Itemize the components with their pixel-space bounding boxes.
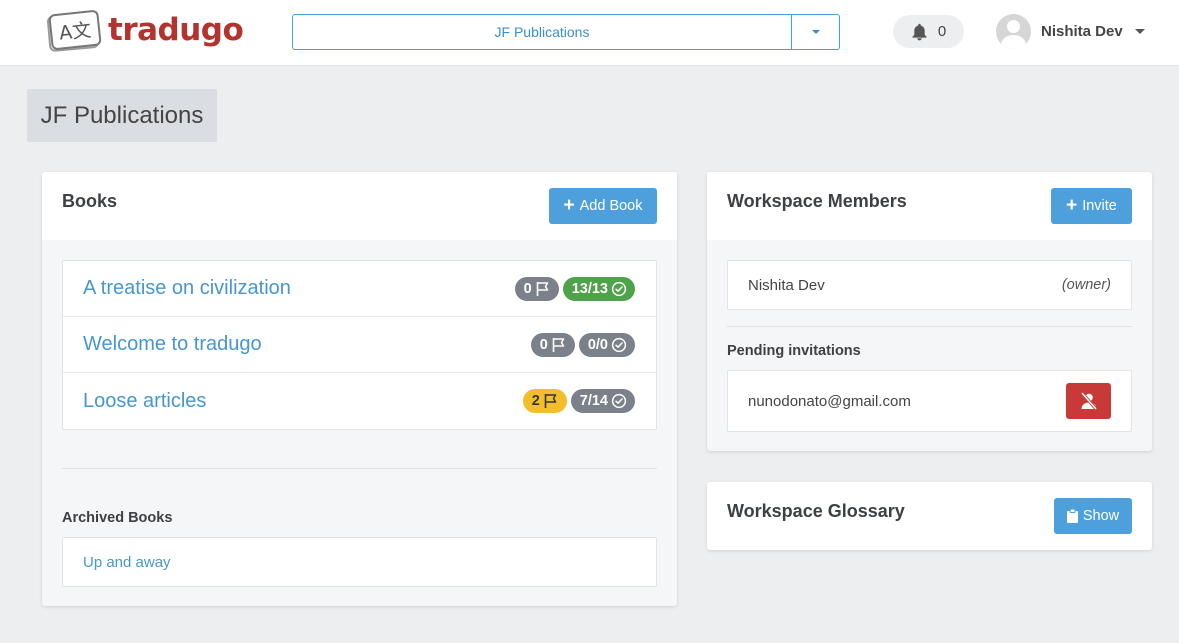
revoke-invitation-button[interactable]: [1066, 383, 1111, 419]
book-title-link[interactable]: A treatise on civilization: [83, 277, 291, 300]
show-glossary-label: Show: [1082, 508, 1120, 524]
archived-books-label: Archived Books: [62, 510, 173, 526]
workspace-selector[interactable]: JF Publications: [292, 14, 840, 50]
add-book-label: Add Book: [579, 198, 643, 214]
member-role: (owner): [1061, 277, 1111, 293]
top-navbar: A文 tradugo JF Publications 0 Nishita Dev: [0, 0, 1179, 66]
check-circle-icon: [611, 281, 627, 296]
book-row[interactable]: Loose articles 2 7/14: [63, 373, 656, 429]
plus-icon: +: [563, 195, 575, 216]
book-title-link[interactable]: Loose articles: [83, 390, 206, 413]
show-glossary-button[interactable]: Show: [1054, 498, 1132, 534]
glossary-panel-title: Workspace Glossary: [727, 501, 905, 521]
members-panel: Workspace Members + Invite Nishita Dev (…: [707, 172, 1152, 451]
flags-count: 0: [523, 280, 532, 297]
flags-badge: 0: [514, 276, 559, 301]
pending-invitations-label: Pending invitations: [727, 343, 861, 359]
archived-book-link[interactable]: Up and away: [83, 554, 171, 571]
avatar: [996, 14, 1031, 49]
flags-count: 2: [531, 393, 540, 409]
check-circle-icon: [611, 337, 627, 352]
progress-count: 13/13: [571, 280, 608, 297]
book-row[interactable]: Welcome to tradugo 0 0/0: [63, 317, 656, 373]
flags-badge: 0: [530, 332, 575, 357]
divider: [727, 326, 1132, 327]
book-row[interactable]: A treatise on civilization 0 13/13: [63, 261, 656, 317]
books-panel-header: Books + Add Book: [42, 172, 677, 240]
page-title: JF Publications: [27, 89, 217, 142]
progress-badge: 7/14: [570, 389, 635, 413]
logo-text: tradugo: [108, 12, 244, 48]
user-menu[interactable]: Nishita Dev: [996, 14, 1145, 49]
pending-invitation-email: nunodonato@gmail.com: [748, 392, 911, 410]
flag-icon: [536, 281, 548, 296]
logo[interactable]: A文 tradugo: [46, 9, 244, 53]
flags-count: 0: [539, 336, 548, 353]
book-badges: 2 7/14: [522, 389, 635, 413]
flag-icon: [552, 337, 565, 352]
chevron-down-icon: [811, 30, 820, 34]
progress-count: 7/14: [579, 393, 608, 409]
books-panel: Books + Add Book A treatise on civilizat…: [42, 172, 677, 606]
flag-icon: [544, 394, 557, 408]
book-badges: 0 13/13: [514, 276, 635, 301]
invite-label: Invite: [1082, 198, 1117, 214]
members-panel-title: Workspace Members: [727, 191, 907, 211]
glossary-panel-header: Workspace Glossary Show: [707, 482, 1152, 550]
book-title-link[interactable]: Welcome to tradugo: [83, 333, 262, 356]
plus-icon: +: [1066, 195, 1078, 216]
check-circle-icon: [611, 393, 627, 409]
member-name: Nishita Dev: [748, 276, 825, 294]
clipboard-icon: [1066, 509, 1078, 523]
notifications-button[interactable]: 0: [893, 15, 964, 48]
books-list: A treatise on civilization 0 13/13 Welcome …: [62, 260, 657, 430]
translate-icon: A文: [46, 9, 102, 53]
add-book-button[interactable]: + Add Book: [549, 188, 657, 224]
progress-badge: 13/13: [562, 276, 635, 301]
invite-button[interactable]: + Invite: [1051, 188, 1132, 224]
glossary-panel: Workspace Glossary Show: [707, 482, 1152, 550]
workspace-selector-value[interactable]: JF Publications: [292, 14, 792, 50]
book-badges: 0 0/0: [530, 332, 635, 357]
divider: [62, 468, 657, 469]
remove-user-icon: [1080, 392, 1097, 410]
progress-count: 0/0: [587, 336, 608, 353]
pending-invitation-item: nunodonato@gmail.com: [727, 370, 1132, 432]
notification-count: 0: [937, 23, 947, 40]
flags-badge: 2: [522, 389, 567, 413]
archived-book-item[interactable]: Up and away: [62, 537, 657, 587]
chevron-down-icon: [1134, 29, 1145, 34]
member-item: Nishita Dev (owner): [727, 260, 1132, 310]
books-panel-title: Books: [62, 191, 118, 211]
bell-icon: [912, 23, 927, 40]
workspace-selector-toggle[interactable]: [792, 14, 840, 50]
user-name: Nishita Dev: [1041, 23, 1123, 40]
members-panel-header: Workspace Members + Invite: [707, 172, 1152, 240]
progress-badge: 0/0: [578, 332, 635, 357]
